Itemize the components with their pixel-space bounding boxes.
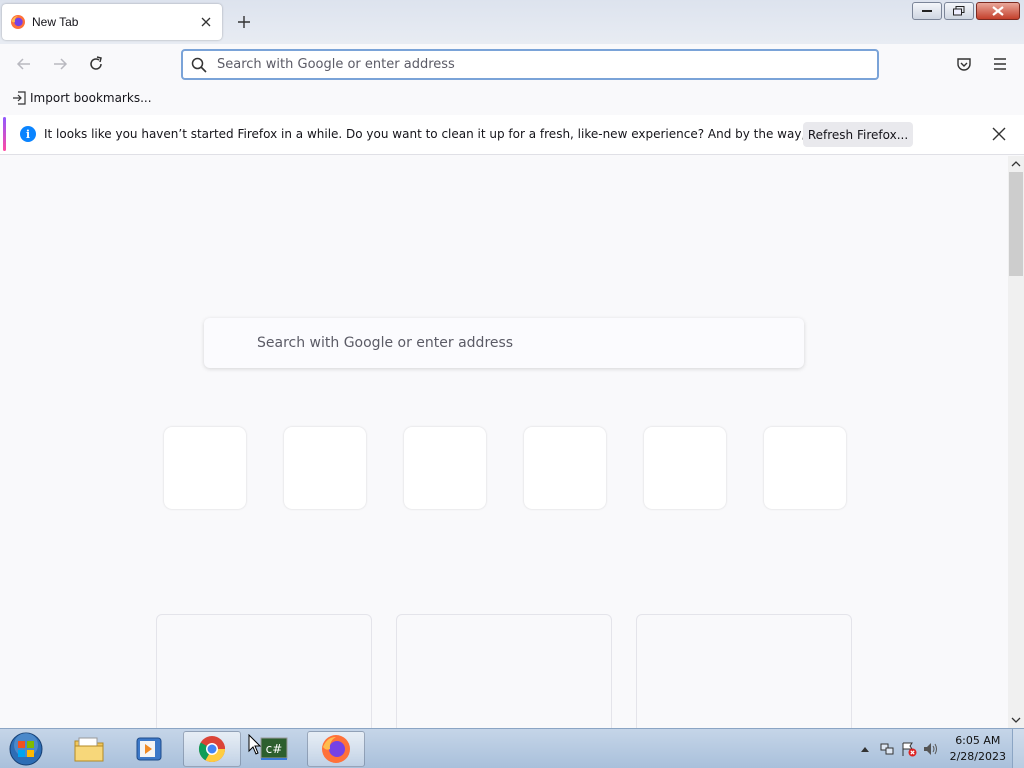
notification-bar: i It looks like you haven’t started Fire… (0, 115, 1024, 155)
address-bar[interactable] (181, 49, 879, 80)
tab-strip: New Tab (0, 0, 1024, 44)
system-tray: 6:05 AM 2/28/2023 (854, 729, 1024, 768)
network-icon (880, 743, 894, 755)
story-card[interactable] (636, 614, 852, 728)
clock-date: 2/28/2023 (949, 750, 1006, 763)
flag-alert-icon (902, 742, 917, 757)
back-button[interactable] (12, 52, 36, 76)
taskbar-media-player[interactable] (120, 731, 178, 767)
taskbar-explorer[interactable] (60, 731, 118, 767)
tab-title: New Tab (32, 15, 79, 29)
newtab-search-box[interactable]: Search with Google or enter address (204, 318, 804, 368)
firefox-icon (322, 735, 350, 763)
notification-accent (3, 117, 6, 151)
tray-action-center[interactable] (898, 738, 920, 760)
vertical-scrollbar[interactable] (1008, 156, 1024, 728)
story-card[interactable] (156, 614, 372, 728)
close-window-button[interactable] (976, 2, 1020, 20)
scroll-up-button[interactable] (1008, 156, 1024, 172)
new-tab-page: Search with Google or enter address (0, 156, 1008, 728)
app-menu-button[interactable] (988, 52, 1012, 76)
plus-icon (238, 16, 250, 28)
mouse-cursor-icon (248, 734, 262, 755)
taskbar-chrome[interactable] (183, 731, 241, 767)
windows-start-orb-icon (9, 732, 43, 766)
chevron-up-icon (860, 747, 869, 752)
top-site-tile[interactable] (644, 427, 726, 509)
reload-icon (90, 56, 102, 70)
chevron-down-icon (1011, 717, 1021, 723)
back-arrow-icon (16, 58, 30, 70)
top-site-tile[interactable] (764, 427, 846, 509)
refresh-firefox-button[interactable]: Refresh Firefox... (803, 122, 913, 147)
notification-message: It looks like you haven’t started Firefo… (44, 127, 900, 141)
start-button[interactable] (6, 731, 46, 767)
clock-time: 6:05 AM (955, 734, 1001, 747)
clock[interactable]: 6:05 AM 2/28/2023 (950, 733, 1006, 765)
top-site-tile[interactable] (284, 427, 366, 509)
navigation-toolbar (0, 44, 1024, 84)
import-bookmarks-button[interactable]: Import bookmarks... (12, 91, 152, 105)
new-tab-button[interactable] (234, 12, 254, 32)
minimize-icon (922, 10, 932, 12)
speaker-icon (923, 743, 937, 755)
forward-button[interactable] (48, 52, 72, 76)
firefox-icon (11, 15, 25, 29)
close-notification-button[interactable] (990, 125, 1008, 143)
bookmarks-toolbar: Import bookmarks... (0, 84, 1024, 114)
pocket-icon (957, 58, 971, 71)
info-icon: i (20, 126, 36, 142)
close-tab-icon[interactable] (198, 14, 214, 30)
import-bookmarks-label: Import bookmarks... (30, 91, 152, 105)
tray-network[interactable] (876, 738, 898, 760)
search-icon (191, 57, 207, 73)
forward-arrow-icon (54, 58, 68, 70)
address-input[interactable] (217, 57, 877, 72)
tray-volume[interactable] (920, 738, 942, 760)
svg-text:c#: c# (266, 742, 283, 756)
hamburger-menu-icon (994, 58, 1006, 70)
pocket-button[interactable] (952, 52, 976, 76)
restore-icon (953, 6, 965, 16)
show-hidden-icons-button[interactable] (854, 738, 876, 760)
folder-icon (74, 737, 104, 762)
reload-button[interactable] (84, 52, 108, 76)
taskbar: c# 6:05 AM 2/28/2023 (0, 728, 1024, 768)
top-site-tile[interactable] (404, 427, 486, 509)
story-card[interactable] (396, 614, 612, 728)
tab-new-tab[interactable]: New Tab (2, 4, 222, 40)
scroll-thumb[interactable] (1009, 172, 1023, 276)
window-controls (912, 2, 1020, 20)
taskbar-firefox[interactable] (307, 731, 365, 767)
chevron-up-icon (1011, 161, 1021, 167)
top-site-tile[interactable] (164, 427, 246, 509)
scroll-down-button[interactable] (1008, 712, 1024, 728)
csharp-icon: c# (260, 737, 288, 760)
close-icon (992, 6, 1004, 16)
close-icon (992, 127, 1006, 141)
import-icon (13, 91, 26, 105)
chrome-icon (198, 736, 226, 763)
show-desktop-button[interactable] (1012, 729, 1024, 768)
media-player-icon (136, 737, 162, 761)
restore-button[interactable] (944, 2, 974, 20)
top-site-tile[interactable] (524, 427, 606, 509)
minimize-button[interactable] (912, 2, 942, 20)
newtab-search-placeholder: Search with Google or enter address (257, 335, 514, 351)
